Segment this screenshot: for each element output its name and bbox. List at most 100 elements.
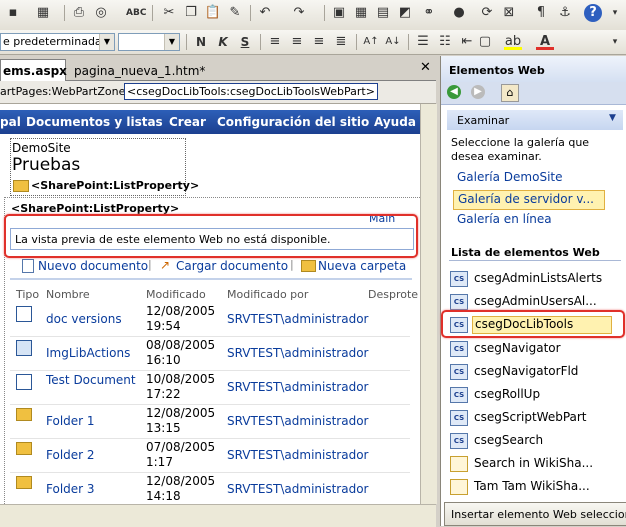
gallery-instructions: Seleccione la galería que desea examinar… [451, 136, 590, 163]
row-name[interactable]: doc versions [46, 312, 142, 326]
justify-icon[interactable]: ≣ [332, 33, 350, 51]
insert-table-icon[interactable]: ▦ [352, 4, 370, 22]
nav-item-documents[interactable]: Documentos y listas [26, 115, 163, 129]
align-center-icon[interactable]: ≡ [288, 33, 306, 51]
tab-active[interactable]: ems.aspx [0, 59, 67, 81]
italic-button[interactable]: K [214, 33, 232, 51]
insert-layer-icon[interactable]: ▣ [330, 4, 348, 22]
row-modified-by[interactable]: SRVTEST\administrador [227, 448, 368, 462]
nav-item-create[interactable]: Crear [169, 115, 206, 129]
bold-button[interactable]: N [192, 33, 210, 51]
font-combo[interactable]: e predeterminada ▼ [0, 33, 115, 51]
row-modified-by[interactable]: SRVTEST\administrador [227, 380, 368, 394]
tab-active-label: ems.aspx [3, 64, 67, 78]
hyperlink-icon[interactable]: ⚭ [420, 4, 438, 22]
undo-icon[interactable]: ↶ [256, 4, 274, 22]
stop-icon[interactable]: ⊠ [500, 4, 518, 22]
outdent-icon[interactable]: ⇤ [458, 33, 476, 51]
decrease-font-icon[interactable]: A↓ [384, 33, 402, 51]
forward-icon[interactable]: ▶ [471, 85, 485, 99]
row-modified-by[interactable]: SRVTEST\administrador [227, 482, 368, 496]
row-name[interactable]: Folder 3 [46, 482, 142, 496]
nav-item-portal[interactable]: pal [0, 115, 21, 129]
table-row[interactable]: Folder 1 12/08/2005 13:15 SRVTEST\adminis… [10, 404, 410, 439]
horizontal-scrollbar[interactable] [0, 504, 436, 527]
browse-label: Examinar [457, 114, 510, 127]
breadcrumb-zone[interactable]: artPages:WebPartZone> [0, 85, 135, 98]
bullets-icon[interactable]: ☷ [436, 33, 454, 51]
table-row[interactable]: Test Document 10/08/2005 17:22 SRVTEST\ad… [10, 370, 410, 405]
table-row[interactable]: ImgLibActions 08/08/2005 16:10 SRVTEST\ad… [10, 336, 410, 371]
gallery-link-online[interactable]: Galería en línea [457, 212, 552, 226]
table-row[interactable]: doc versions 12/08/2005 19:54 SRVTEST\adm… [10, 302, 410, 337]
insert-web-part-button[interactable]: Insertar elemento Web seleccionado [444, 502, 626, 526]
chevron-down-icon[interactable]: ▼ [164, 34, 179, 50]
image-icon[interactable]: ◩ [396, 4, 414, 22]
close-tab-icon[interactable]: ✕ [420, 60, 431, 75]
anchor-icon[interactable]: ⚓ [556, 4, 574, 22]
save-icon[interactable]: ▪ [4, 4, 22, 22]
col-header-modified-by[interactable]: Modificado por [227, 288, 308, 301]
back-icon[interactable]: ◀ [447, 85, 461, 99]
web-component-icon[interactable]: ▦ [34, 4, 52, 22]
upload-icon: ↗ [160, 258, 171, 272]
nav-item-help[interactable]: Ayuda [374, 115, 416, 129]
row-name[interactable]: Test Document [46, 373, 142, 387]
breadcrumb-current[interactable]: <csegDocLibTools:csegDocLibToolsWebPart> [124, 83, 378, 100]
format-painter-icon[interactable]: ✎ [226, 4, 244, 22]
spelling-icon[interactable]: ABC [126, 4, 146, 22]
nav-item-settings[interactable]: Configuración del sitio [217, 115, 369, 129]
print-icon[interactable]: ⎙ [70, 4, 88, 22]
chevron-down-icon[interactable]: ▼ [99, 34, 114, 50]
toolbar-options-icon[interactable]: ▾ [606, 4, 624, 22]
redo-icon[interactable]: ↷ [290, 4, 308, 22]
gallery-link-server[interactable]: Galería de servidor v... [453, 190, 605, 210]
show-all-icon[interactable]: ¶ [532, 4, 550, 22]
row-date: 07/08/2005 1:17 [146, 440, 216, 469]
document-tab-strip: ems.aspx pagina_nueva_1.htm* ✕ [0, 56, 436, 81]
row-name[interactable]: Folder 2 [46, 448, 142, 462]
chevron-down-icon[interactable]: ▼ [609, 113, 616, 123]
size-combo[interactable]: ▼ [118, 33, 180, 51]
upload-document-link[interactable]: Cargar documento [176, 259, 288, 273]
row-name[interactable]: ImgLibActions [46, 346, 142, 360]
insert-picture-icon[interactable]: ▤ [374, 4, 392, 22]
row-name[interactable]: Folder 1 [46, 414, 142, 428]
align-right-icon[interactable]: ≡ [310, 33, 328, 51]
underline-button[interactable]: S [236, 33, 254, 51]
numbering-icon[interactable]: ☰ [414, 33, 432, 51]
row-modified-by[interactable]: SRVTEST\administrador [227, 346, 368, 360]
borders-icon[interactable]: ▢ [476, 33, 494, 51]
table-row[interactable]: Folder 3 12/08/2005 14:18 SRVTEST\adminis… [10, 472, 410, 504]
col-header-checked-out[interactable]: Desprote [368, 288, 418, 301]
font-color-icon[interactable]: A [536, 33, 554, 50]
preview-icon[interactable]: ◎ [92, 4, 110, 22]
design-surface[interactable]: pal Documentos y listas Crear Configurac… [0, 104, 436, 504]
copy-icon[interactable]: ❐ [182, 4, 200, 22]
toolbar-options-icon[interactable]: ▾ [606, 33, 624, 51]
align-left-icon[interactable]: ≡ [266, 33, 284, 51]
paste-icon[interactable]: 📋 [204, 4, 222, 22]
table-row[interactable]: Folder 2 07/08/2005 1:17 SRVTEST\administ… [10, 438, 410, 473]
list-property-tag[interactable]: <SharePoint:ListProperty> [31, 179, 199, 192]
gallery-link-demosite[interactable]: Galería DemoSite [457, 170, 563, 184]
divider: | [290, 258, 294, 271]
vertical-scrollbar[interactable] [420, 104, 437, 504]
home-icon[interactable]: ⌂ [501, 84, 519, 102]
cut-icon[interactable]: ✂ [160, 4, 178, 22]
tab-inactive[interactable]: pagina_nueva_1.htm* [66, 61, 206, 80]
image-doc-icon [16, 340, 32, 356]
col-header-type[interactable]: Tipo [16, 288, 39, 301]
bookmark-icon[interactable]: ● [450, 4, 468, 22]
row-modified-by[interactable]: SRVTEST\administrador [227, 312, 368, 326]
help-icon[interactable]: ? [584, 4, 602, 22]
new-folder-link[interactable]: Nueva carpeta [318, 259, 406, 273]
increase-font-icon[interactable]: A↑ [362, 33, 380, 51]
browse-section-header[interactable]: Examinar ▼ [447, 110, 623, 130]
col-header-modified[interactable]: Modificado [146, 288, 206, 301]
col-header-name[interactable]: Nombre [46, 288, 90, 301]
row-modified-by[interactable]: SRVTEST\administrador [227, 414, 368, 428]
new-document-link[interactable]: Nuevo documento [38, 259, 148, 273]
highlight-icon[interactable]: ab [504, 33, 522, 50]
refresh-icon[interactable]: ⟳ [478, 4, 496, 22]
